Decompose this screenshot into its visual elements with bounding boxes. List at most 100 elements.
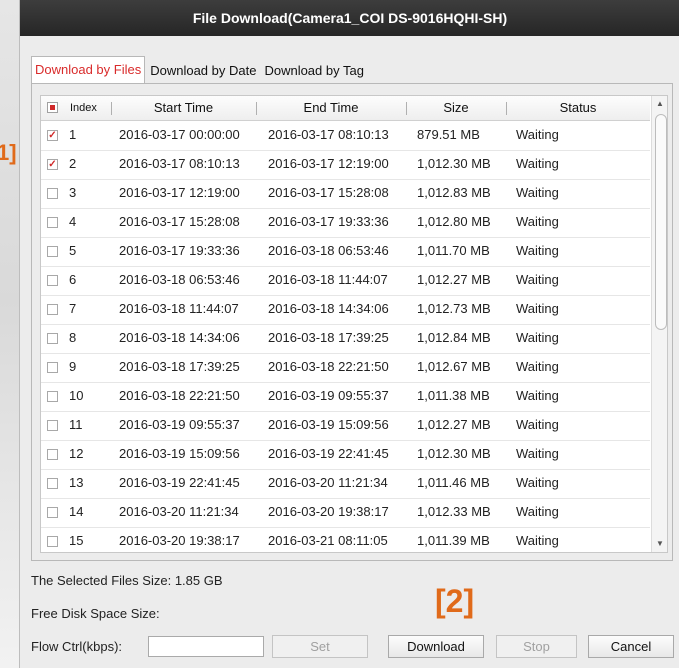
download-button[interactable]: Download xyxy=(388,635,484,658)
table-row[interactable]: 8 2016-03-18 14:34:06 2016-03-18 17:39:25 1… xyxy=(41,324,650,354)
row-index: 9 xyxy=(69,359,77,374)
row-checkbox[interactable] xyxy=(47,246,58,257)
row-size: 1,011.38 MB xyxy=(417,388,490,403)
table-row[interactable]: 10 2016-03-18 22:21:50 2016-03-19 09:55:37… xyxy=(41,382,650,412)
selected-size-value: 1.85 GB xyxy=(174,573,223,588)
table-row[interactable]: ✓ 1 2016-03-17 00:00:00 2016-03-17 08:10:13… xyxy=(41,121,650,151)
row-checkbox[interactable] xyxy=(47,362,58,373)
row-size: 1,012.67 MB xyxy=(417,359,491,374)
row-checkbox[interactable] xyxy=(47,275,58,286)
table-row[interactable]: 5 2016-03-17 19:33:36 2016-03-18 06:53:46 1… xyxy=(41,237,650,267)
selected-size-label: The Selected Files Size: xyxy=(31,573,172,588)
row-status: Waiting xyxy=(516,243,559,258)
table-row[interactable]: 11 2016-03-19 09:55:37 2016-03-19 15:09:56… xyxy=(41,411,650,441)
row-index: 8 xyxy=(69,330,77,345)
stop-button[interactable]: Stop xyxy=(496,635,577,658)
table-row[interactable]: 6 2016-03-18 06:53:46 2016-03-18 11:44:07 1… xyxy=(41,266,650,296)
annotation-marker-1: 1] xyxy=(0,140,17,165)
row-size: 1,011.39 MB xyxy=(417,533,490,548)
row-size: 879.51 MB xyxy=(417,127,480,142)
row-status: Waiting xyxy=(516,359,559,374)
row-end-time: 2016-03-21 08:11:05 xyxy=(268,533,388,548)
row-checkbox[interactable] xyxy=(47,333,58,344)
row-start-time: 2016-03-18 14:34:06 xyxy=(119,330,240,345)
free-disk-space-label: Free Disk Space Size: xyxy=(31,606,160,621)
row-index: 11 xyxy=(69,417,83,432)
tab-download-by-tag[interactable]: Download by Tag xyxy=(261,59,367,83)
row-end-time: 2016-03-18 06:53:46 xyxy=(268,243,389,258)
row-start-time: 2016-03-19 09:55:37 xyxy=(119,417,240,432)
row-status: Waiting xyxy=(516,127,559,142)
row-status: Waiting xyxy=(516,446,559,461)
row-checkbox[interactable] xyxy=(47,391,58,402)
row-end-time: 2016-03-20 19:38:17 xyxy=(268,504,389,519)
table-row[interactable]: 14 2016-03-20 11:21:34 2016-03-20 19:38:17… xyxy=(41,498,650,528)
table-row[interactable]: 13 2016-03-19 22:41:45 2016-03-20 11:21:34… xyxy=(41,469,650,499)
table-row[interactable]: 9 2016-03-18 17:39:25 2016-03-18 22:21:50 1… xyxy=(41,353,650,383)
row-checkbox[interactable] xyxy=(47,217,58,228)
table-row[interactable]: ✓ 2 2016-03-17 08:10:13 2016-03-17 12:19:00… xyxy=(41,150,650,180)
header-end-time[interactable]: End Time xyxy=(256,96,406,120)
scroll-down-icon[interactable]: ▼ xyxy=(652,536,667,552)
row-index: 7 xyxy=(69,301,77,316)
row-start-time: 2016-03-19 15:09:56 xyxy=(119,446,240,461)
row-size: 1,012.73 MB xyxy=(417,301,491,316)
header-size[interactable]: Size xyxy=(406,96,506,120)
flow-ctrl-input[interactable] xyxy=(148,636,264,657)
tab-download-by-date[interactable]: Download by Date xyxy=(147,59,259,83)
row-status: Waiting xyxy=(516,388,559,403)
row-size: 1,012.83 MB xyxy=(417,185,491,200)
row-checkbox[interactable] xyxy=(47,449,58,460)
row-end-time: 2016-03-17 08:10:13 xyxy=(268,127,389,142)
row-start-time: 2016-03-17 00:00:00 xyxy=(119,127,240,142)
cancel-button[interactable]: Cancel xyxy=(588,635,674,658)
files-panel: Index Start Time End Time Size Status ✓ 1… xyxy=(31,83,673,561)
table-row[interactable]: 12 2016-03-19 15:09:56 2016-03-19 22:41:45… xyxy=(41,440,650,470)
table-header: Index Start Time End Time Size Status xyxy=(41,96,650,121)
table-scrollbar[interactable]: ▲ ▼ xyxy=(651,96,667,552)
row-index: 14 xyxy=(69,504,84,519)
row-index: 1 xyxy=(69,127,77,142)
tab-download-by-files[interactable]: Download by Files xyxy=(31,56,146,83)
table-row[interactable]: 15 2016-03-20 19:38:17 2016-03-21 08:11:05… xyxy=(41,527,650,552)
header-start-time[interactable]: Start Time xyxy=(111,96,256,120)
row-end-time: 2016-03-18 17:39:25 xyxy=(268,330,389,345)
table-row[interactable]: 7 2016-03-18 11:44:07 2016-03-18 14:34:06 1… xyxy=(41,295,650,325)
row-status: Waiting xyxy=(516,301,559,316)
row-checkbox[interactable] xyxy=(47,188,58,199)
row-checkbox[interactable] xyxy=(47,304,58,315)
row-size: 1,012.30 MB xyxy=(417,446,491,461)
row-size: 1,012.33 MB xyxy=(417,504,491,519)
select-all-checkbox[interactable] xyxy=(47,102,58,113)
row-size: 1,012.27 MB xyxy=(417,272,491,287)
row-start-time: 2016-03-18 11:44:07 xyxy=(119,301,239,316)
row-end-time: 2016-03-20 11:21:34 xyxy=(268,475,388,490)
row-checkbox[interactable]: ✓ xyxy=(47,130,58,141)
set-button[interactable]: Set xyxy=(272,635,368,658)
header-status[interactable]: Status xyxy=(506,96,650,120)
background-left xyxy=(0,0,19,668)
row-checkbox[interactable] xyxy=(47,420,58,431)
window-titlebar[interactable]: File Download(Camera1_COI DS-9016HQHI-SH… xyxy=(20,0,679,36)
row-start-time: 2016-03-17 12:19:00 xyxy=(119,185,240,200)
table-row[interactable]: 4 2016-03-17 15:28:08 2016-03-17 19:33:36 1… xyxy=(41,208,650,238)
scroll-up-icon[interactable]: ▲ xyxy=(652,96,667,112)
row-index: 2 xyxy=(69,156,77,171)
table-row[interactable]: 3 2016-03-17 12:19:00 2016-03-17 15:28:08 1… xyxy=(41,179,650,209)
header-index[interactable]: Index xyxy=(70,96,97,120)
row-checkbox[interactable]: ✓ xyxy=(47,159,58,170)
row-checkbox[interactable] xyxy=(47,536,58,547)
row-start-time: 2016-03-17 08:10:13 xyxy=(119,156,240,171)
row-end-time: 2016-03-19 22:41:45 xyxy=(268,446,389,461)
header-size-label: Size xyxy=(443,100,469,115)
download-tabs: Download by Files Download by Date Downl… xyxy=(31,56,369,83)
header-status-label: Status xyxy=(559,100,597,115)
row-end-time: 2016-03-19 09:55:37 xyxy=(268,388,389,403)
row-size: 1,012.84 MB xyxy=(417,330,491,345)
row-end-time: 2016-03-17 15:28:08 xyxy=(268,185,389,200)
row-checkbox[interactable] xyxy=(47,507,58,518)
row-start-time: 2016-03-20 19:38:17 xyxy=(119,533,240,548)
row-checkbox[interactable] xyxy=(47,478,58,489)
row-status: Waiting xyxy=(516,272,559,287)
scrollbar-thumb[interactable] xyxy=(655,114,667,330)
